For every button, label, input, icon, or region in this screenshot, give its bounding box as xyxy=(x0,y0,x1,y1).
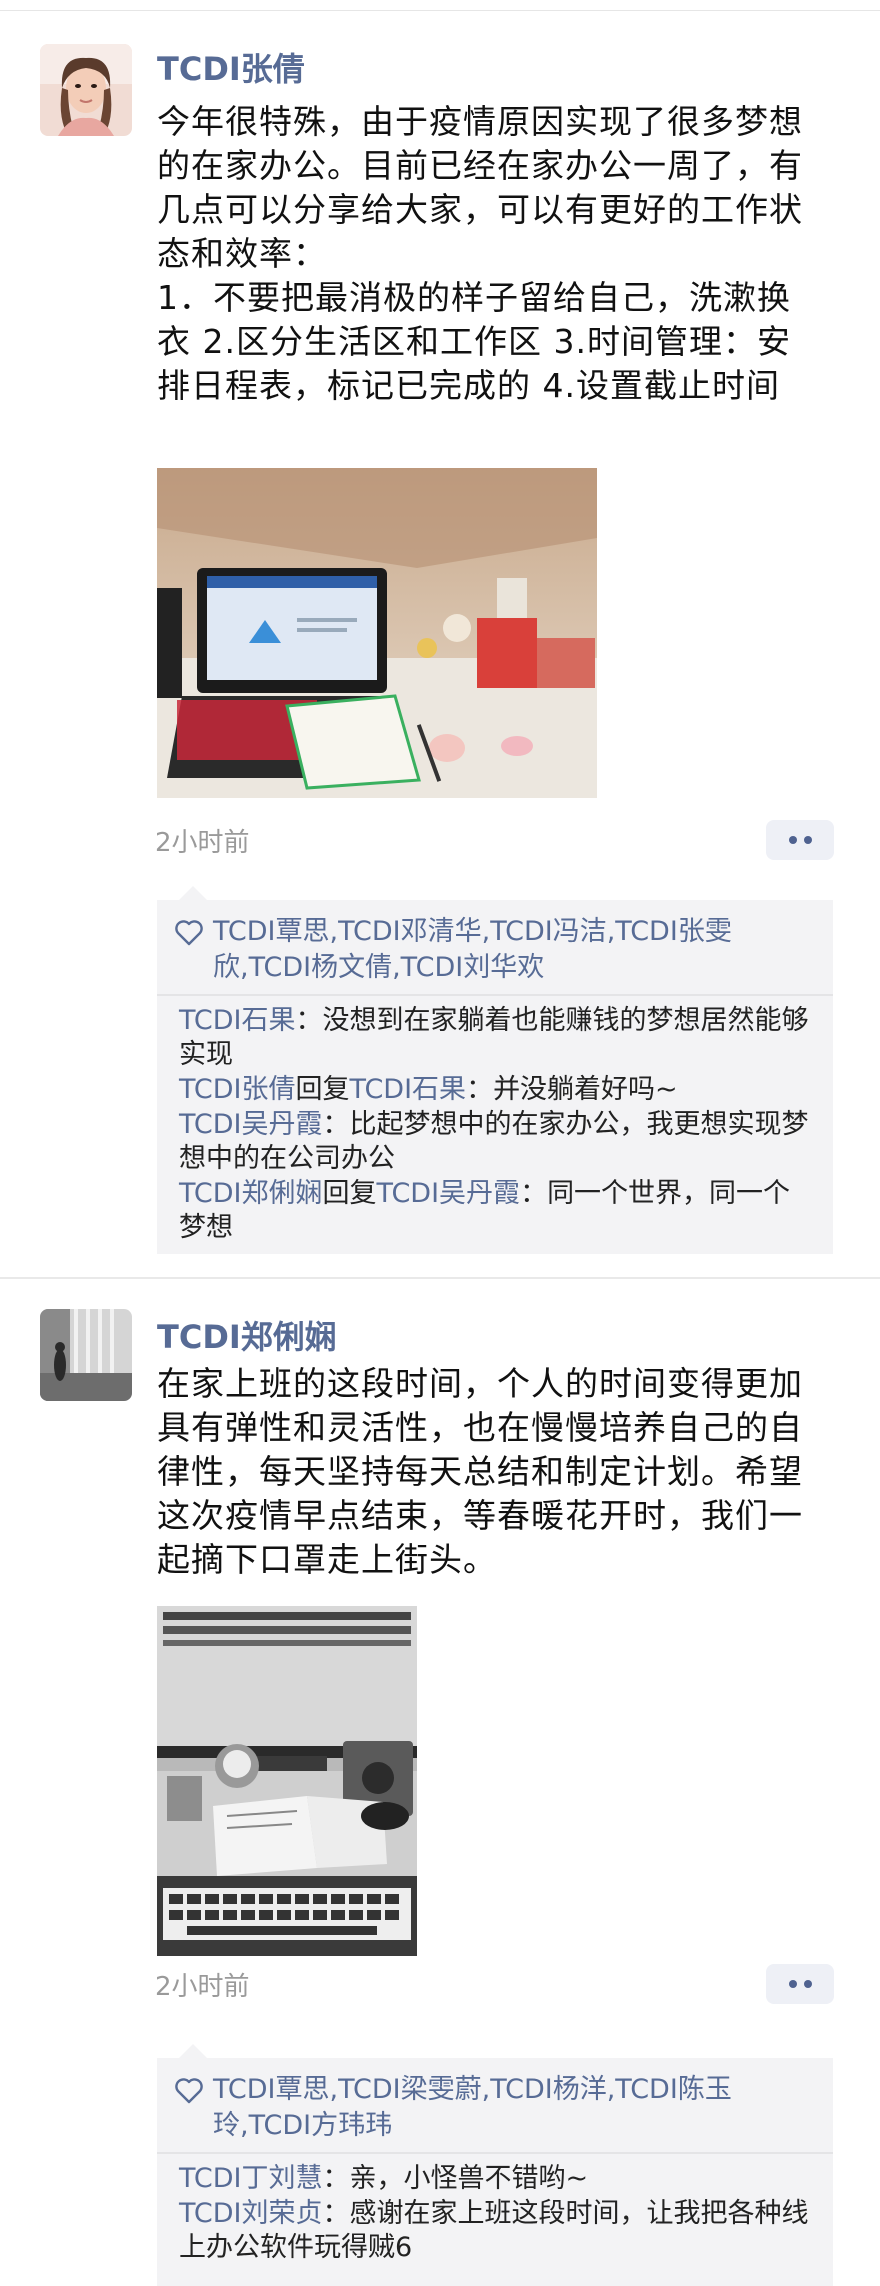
comment-author[interactable]: TCDI石果 xyxy=(179,1005,296,1036)
author-name[interactable]: TCDI张倩 xyxy=(157,44,305,90)
comment-text: 并没躺着好吗~ xyxy=(493,1074,678,1105)
comment[interactable]: TCDI丁刘慧：亲，小怪兽不错哟~ xyxy=(179,2162,815,2196)
post-divider xyxy=(0,1277,880,1279)
dot xyxy=(803,836,812,844)
dot xyxy=(788,836,797,844)
post-text: 在家上班的这段时间，个人的时间变得更加具有弹性和灵活性，也在慢慢培养自己的自律性… xyxy=(157,1362,807,1582)
more-dots-icon[interactable] xyxy=(766,820,834,860)
comment-separator: ： xyxy=(322,2198,350,2229)
comment-list: TCDI丁刘慧：亲，小怪兽不错哟~ TCDI刘荣贞：感谢在家上班这段时间，让我把… xyxy=(157,2154,833,2274)
avatar[interactable] xyxy=(40,44,132,136)
comment[interactable]: TCDI郑俐娴回复TCDI吴丹霞：同一个世界，同一个梦想 xyxy=(179,1177,815,1245)
post-text-body: 今年很特殊，由于疫情原因实现了很多梦想的在家办公。目前已经在家办公一周了，有几点… xyxy=(157,102,803,405)
comment-author[interactable]: TCDI张倩 xyxy=(179,1074,296,1105)
comment-separator: ： xyxy=(322,2163,350,2194)
heart-icon xyxy=(175,2078,203,2104)
comment-separator: ： xyxy=(466,1074,494,1105)
author-name[interactable]: TCDI郑俐娴 xyxy=(157,1312,337,1358)
comment-author[interactable]: TCDI刘荣贞 xyxy=(179,2198,323,2229)
moment-post: TCDI郑俐娴 在家上班的这段时间，个人的时间变得更加具有弹性和灵活性，也在慢慢… xyxy=(0,1280,880,2286)
likes-names[interactable]: TCDI覃思,TCDI梁雯蔚,TCDI杨洋,TCDI陈玉玲,TCDI方玮玮 xyxy=(213,2074,732,2141)
comment[interactable]: TCDI张倩回复TCDI石果：并没躺着好吗~ xyxy=(179,1073,815,1107)
dot xyxy=(803,1980,812,1988)
post-time: 2小时前 xyxy=(155,828,250,858)
comment-reply-to[interactable]: TCDI吴丹霞 xyxy=(377,1178,521,1209)
heart-icon xyxy=(175,920,203,946)
comment-box: TCDI覃思,TCDI梁雯蔚,TCDI杨洋,TCDI陈玉玲,TCDI方玮玮 TC… xyxy=(157,2044,833,2286)
comment-reply-word: 回复 xyxy=(322,1178,377,1209)
comment-box: TCDI覃思,TCDI邓清华,TCDI冯洁,TCDI张雯欣,TCDI杨文倩,TC… xyxy=(157,886,833,1254)
comment[interactable]: TCDI吴丹霞：比起梦想中的在家办公，我更想实现梦想中的在公司办公 xyxy=(179,1108,815,1176)
likes-names[interactable]: TCDI覃思,TCDI邓清华,TCDI冯洁,TCDI张雯欣,TCDI杨文倩,TC… xyxy=(213,916,732,983)
post-time: 2小时前 xyxy=(155,1972,250,2002)
top-divider xyxy=(0,10,880,11)
moment-post: TCDI张倩 今年很特殊，由于疫情原因实现了很多梦想的在家办公。目前已经在家办公… xyxy=(0,12,880,1277)
likes-list: TCDI覃思,TCDI邓清华,TCDI冯洁,TCDI张雯欣,TCDI杨文倩,TC… xyxy=(157,900,833,994)
dot xyxy=(788,1980,797,1988)
comment-separator: ： xyxy=(295,1005,323,1036)
comment-list: TCDI石果：没想到在家躺着也能赚钱的梦想居然能够实现 TCDI张倩回复TCDI… xyxy=(157,996,833,1254)
post-photo[interactable] xyxy=(157,1606,417,1956)
comment[interactable]: TCDI刘荣贞：感谢在家上班这段时间，让我把各种线上办公软件玩得贼6 xyxy=(179,2197,815,2265)
comment-author[interactable]: TCDI丁刘慧 xyxy=(179,2163,323,2194)
likes-list: TCDI覃思,TCDI梁雯蔚,TCDI杨洋,TCDI陈玉玲,TCDI方玮玮 xyxy=(157,2058,833,2152)
comment-separator: ： xyxy=(520,1178,548,1209)
comment-author[interactable]: TCDI吴丹霞 xyxy=(179,1109,323,1140)
comment-author[interactable]: TCDI郑俐娴 xyxy=(179,1178,323,1209)
avatar[interactable] xyxy=(40,1309,132,1401)
comment-text: 亲，小怪兽不错哟~ xyxy=(349,2163,589,2194)
comment-separator: ： xyxy=(322,1109,350,1140)
post-photo[interactable] xyxy=(157,468,597,798)
more-dots-icon[interactable] xyxy=(766,1964,834,2004)
comment[interactable]: TCDI石果：没想到在家躺着也能赚钱的梦想居然能够实现 xyxy=(179,1004,815,1072)
post-text-body: 在家上班的这段时间，个人的时间变得更加具有弹性和灵活性，也在慢慢培养自己的自律性… xyxy=(157,1364,803,1579)
comment-reply-to[interactable]: TCDI石果 xyxy=(350,1074,467,1105)
comment-reply-word: 回复 xyxy=(295,1074,350,1105)
post-text: 今年很特殊，由于疫情原因实现了很多梦想的在家办公。目前已经在家办公一周了，有几点… xyxy=(157,100,807,408)
